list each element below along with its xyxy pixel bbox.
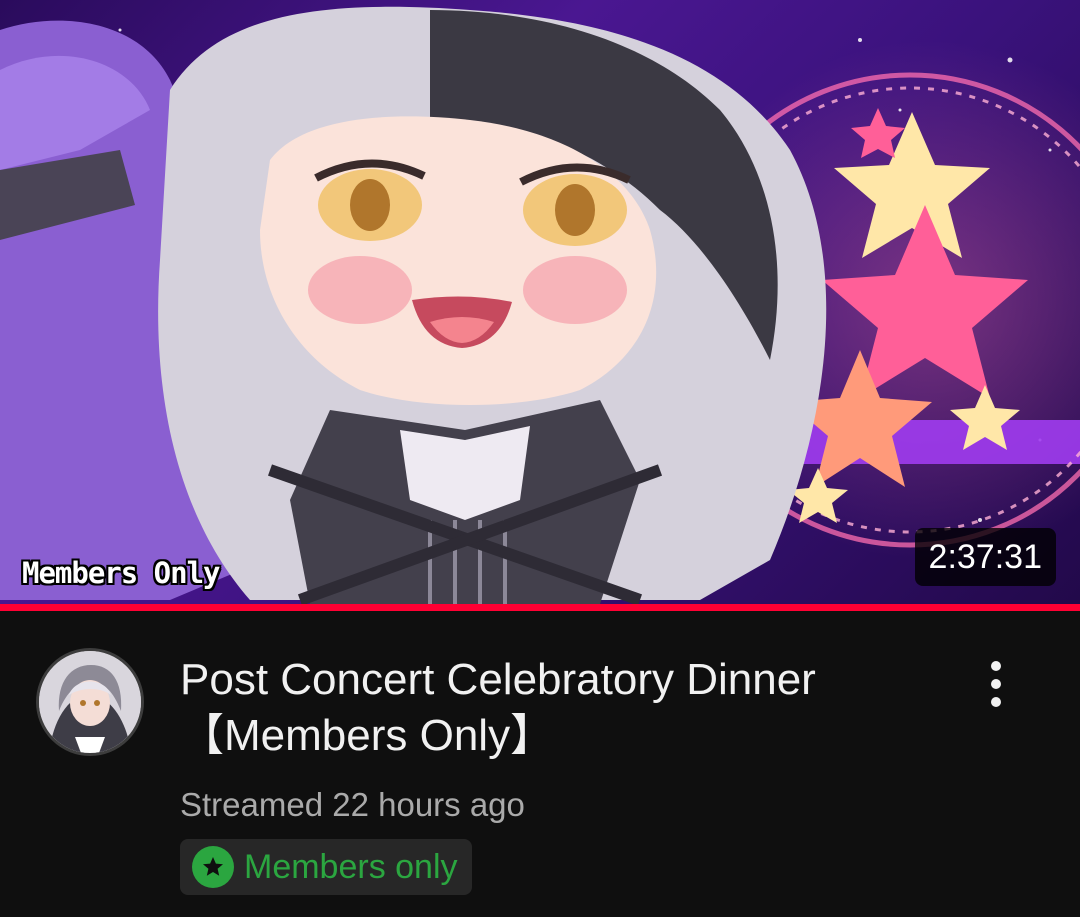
video-title-line-1: Post Concert Celebratory Dinner — [180, 655, 816, 704]
channel-avatar[interactable] — [36, 648, 144, 756]
more-vertical-icon-dot — [991, 679, 1001, 689]
star-icon — [203, 857, 223, 876]
duration-badge: 2:37:31 — [914, 528, 1056, 586]
channel-avatar-image — [39, 651, 141, 753]
video-metadata: Streamed 22 hours ago — [180, 786, 525, 823]
members-only-label: Members only — [244, 848, 458, 886]
more-options-button[interactable] — [968, 652, 1024, 716]
video-title-line-2: 【Members Only】 — [180, 711, 555, 760]
video-card[interactable]: Members Only 2:37:31 Post Concert Celebr… — [0, 0, 1080, 917]
video-thumbnail[interactable]: Members Only 2:37:31 — [0, 0, 1080, 604]
thumbnail-artwork — [0, 6, 1080, 604]
star-badge-icon — [192, 846, 234, 888]
members-only-badge: Members only — [180, 839, 472, 895]
more-vertical-icon-dot — [991, 697, 1001, 707]
members-only-stamp: Members Only — [22, 556, 221, 590]
video-title[interactable]: Post Concert Celebratory Dinner 【Members… — [180, 652, 940, 764]
watch-progress-bar — [0, 604, 1080, 611]
more-vertical-icon — [991, 661, 1001, 671]
watch-progress-fill — [0, 604, 1080, 611]
